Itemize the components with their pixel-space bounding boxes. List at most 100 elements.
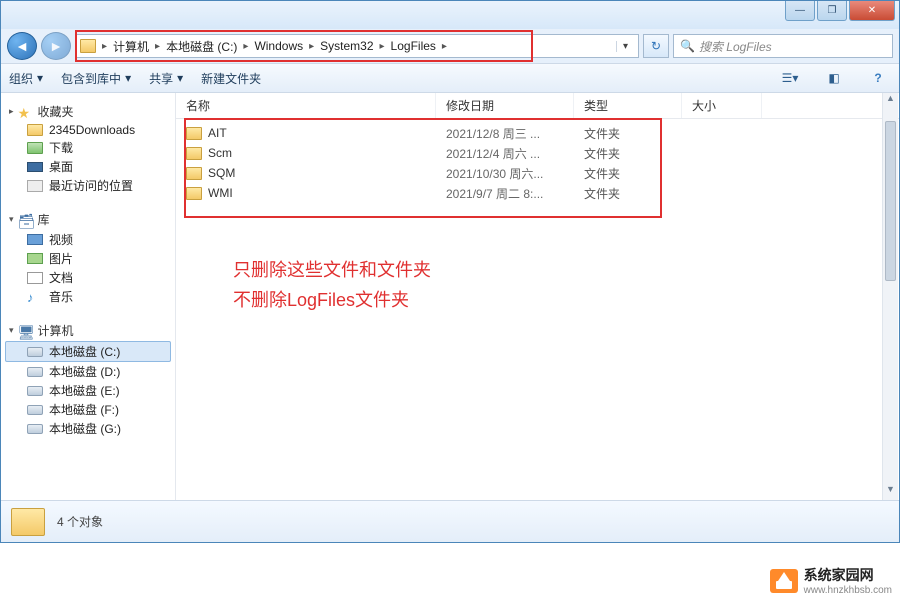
sidebar-group-libraries: ▾ 🗃 库 视频 图片 文档 ♪ 音乐	[5, 209, 171, 306]
computer-icon: 🖥	[18, 324, 34, 338]
column-date[interactable]: 修改日期	[436, 93, 574, 118]
sidebar-item-label: 库	[38, 211, 50, 228]
column-type[interactable]: 类型	[574, 93, 682, 118]
maximize-button[interactable]: ❐	[817, 1, 847, 21]
sidebar-item-2345downloads[interactable]: 2345Downloads	[5, 122, 171, 138]
column-size[interactable]: 大小	[682, 93, 762, 118]
refresh-button[interactable]: ↻	[643, 34, 669, 58]
chevron-down-icon: ▾	[37, 71, 43, 85]
sidebar-item-recent[interactable]: 最近访问的位置	[5, 176, 171, 195]
toolbar: 组织▾ 包含到库中▾ 共享▾ 新建文件夹 ☰▾ ◧ ?	[1, 63, 899, 93]
file-type: 文件夹	[574, 125, 682, 142]
triangle-icon: ▾	[9, 214, 14, 225]
search-icon: 🔍	[680, 39, 695, 53]
sidebar-item-drive-c[interactable]: 本地磁盘 (C:)	[5, 341, 171, 362]
watermark: 系统家园网 www.hnzkhbsb.com	[762, 563, 900, 598]
status-count: 4 个对象	[57, 513, 103, 530]
breadcrumb-seg[interactable]: Windows	[248, 39, 309, 53]
triangle-icon: ▸	[9, 106, 14, 117]
recent-icon	[27, 180, 43, 192]
sidebar-header-favorites[interactable]: ▸ ★ 收藏夹	[5, 101, 171, 122]
minimize-button[interactable]: —	[785, 1, 815, 21]
sidebar-item-drive-f[interactable]: 本地磁盘 (F:)	[5, 400, 171, 419]
sidebar-item-label: 2345Downloads	[49, 123, 135, 137]
watermark-url: www.hnzkhbsb.com	[804, 585, 892, 596]
help-button[interactable]: ?	[865, 67, 891, 89]
list-item[interactable]: SQM 2021/10/30 周六... 文件夹	[176, 163, 899, 183]
star-icon: ★	[18, 105, 34, 119]
breadcrumb[interactable]: ▸ 计算机 ▸ 本地磁盘 (C:) ▸ Windows ▸ System32 ▸…	[75, 34, 639, 58]
include-in-library-button[interactable]: 包含到库中▾	[61, 70, 131, 87]
forward-button[interactable]: ►	[41, 32, 71, 60]
sidebar-item-desktop[interactable]: 桌面	[5, 157, 171, 176]
sidebar-item-videos[interactable]: 视频	[5, 230, 171, 249]
scrollbar[interactable]: ▲ ▼	[882, 93, 898, 500]
breadcrumb-seg[interactable]: LogFiles	[385, 39, 442, 53]
file-name: Scm	[208, 146, 232, 160]
library-icon: 🗃	[18, 213, 34, 227]
annotation-text: 不删除LogFiles文件夹	[233, 286, 409, 315]
sidebar: ▸ ★ 收藏夹 2345Downloads 下载 桌面 最近访问的位置 ▾ 🗃 …	[1, 93, 176, 500]
sidebar-item-music[interactable]: ♪ 音乐	[5, 287, 171, 306]
sidebar-item-label: 图片	[49, 250, 73, 267]
file-date: 2021/12/4 周六 ...	[436, 145, 574, 162]
sidebar-item-label: 本地磁盘 (E:)	[49, 382, 120, 399]
sidebar-item-pictures[interactable]: 图片	[5, 249, 171, 268]
folder-icon	[27, 124, 43, 136]
sidebar-item-label: 音乐	[49, 288, 73, 305]
sidebar-item-label: 文档	[49, 269, 73, 286]
scroll-thumb[interactable]	[885, 121, 896, 281]
column-name[interactable]: 名称	[176, 93, 436, 118]
folder-icon	[186, 167, 202, 180]
drive-icon	[27, 347, 43, 357]
breadcrumb-seg[interactable]: 计算机	[107, 38, 155, 55]
sidebar-group-computer: ▾ 🖥 计算机 本地磁盘 (C:) 本地磁盘 (D:) 本地磁盘 (E:) 本地…	[5, 320, 171, 438]
search-input[interactable]: 🔍 搜索 LogFiles	[673, 34, 893, 58]
new-folder-button[interactable]: 新建文件夹	[201, 70, 261, 87]
chevron-right-icon: ▸	[442, 41, 447, 52]
scroll-up-icon[interactable]: ▲	[883, 93, 898, 109]
breadcrumb-seg[interactable]: 本地磁盘 (C:)	[160, 38, 243, 55]
chevron-down-icon: ▾	[125, 71, 131, 85]
sidebar-header-libraries[interactable]: ▾ 🗃 库	[5, 209, 171, 230]
folder-icon	[186, 127, 202, 140]
status-bar: 4 个对象	[1, 500, 899, 542]
file-date: 2021/9/7 周二 8:...	[436, 185, 574, 202]
share-button[interactable]: 共享▾	[149, 70, 183, 87]
sidebar-item-label: 本地磁盘 (C:)	[49, 343, 120, 360]
sidebar-item-drive-g[interactable]: 本地磁盘 (G:)	[5, 419, 171, 438]
preview-pane-button[interactable]: ◧	[821, 67, 847, 89]
close-button[interactable]: ✕	[849, 1, 895, 21]
watermark-logo-icon	[770, 569, 798, 593]
list-item[interactable]: Scm 2021/12/4 周六 ... 文件夹	[176, 143, 899, 163]
desktop-icon	[27, 162, 43, 172]
sidebar-item-documents[interactable]: 文档	[5, 268, 171, 287]
view-options-button[interactable]: ☰▾	[777, 67, 803, 89]
file-type: 文件夹	[574, 185, 682, 202]
list-item[interactable]: AIT 2021/12/8 周三 ... 文件夹	[176, 123, 899, 143]
organize-button[interactable]: 组织▾	[9, 70, 43, 87]
triangle-icon: ▾	[9, 325, 14, 336]
sidebar-item-label: 下载	[49, 139, 73, 156]
sidebar-header-computer[interactable]: ▾ 🖥 计算机	[5, 320, 171, 341]
music-icon: ♪	[27, 290, 43, 304]
back-button[interactable]: ◄	[7, 32, 37, 60]
sidebar-item-label: 本地磁盘 (F:)	[49, 401, 119, 418]
sidebar-group-favorites: ▸ ★ 收藏夹 2345Downloads 下载 桌面 最近访问的位置	[5, 101, 171, 195]
watermark-title: 系统家园网	[804, 567, 874, 583]
explorer-window: — ❐ ✕ ◄ ► ▸ 计算机 ▸ 本地磁盘 (C:) ▸ Windows ▸ …	[0, 0, 900, 543]
sidebar-item-drive-e[interactable]: 本地磁盘 (E:)	[5, 381, 171, 400]
scroll-down-icon[interactable]: ▼	[883, 484, 898, 500]
breadcrumb-dropdown[interactable]: ▾	[616, 41, 634, 52]
sidebar-item-downloads[interactable]: 下载	[5, 138, 171, 157]
file-list: AIT 2021/12/8 周三 ... 文件夹 Scm 2021/12/4 周…	[176, 119, 899, 207]
sidebar-item-label: 计算机	[38, 322, 74, 339]
sidebar-item-label: 收藏夹	[38, 103, 74, 120]
list-item[interactable]: WMI 2021/9/7 周二 8:... 文件夹	[176, 183, 899, 203]
sidebar-item-label: 桌面	[49, 158, 73, 175]
breadcrumb-seg[interactable]: System32	[314, 39, 379, 53]
folder-icon	[11, 508, 45, 536]
file-type: 文件夹	[574, 165, 682, 182]
sidebar-item-drive-d[interactable]: 本地磁盘 (D:)	[5, 362, 171, 381]
titlebar: — ❐ ✕	[1, 1, 899, 29]
